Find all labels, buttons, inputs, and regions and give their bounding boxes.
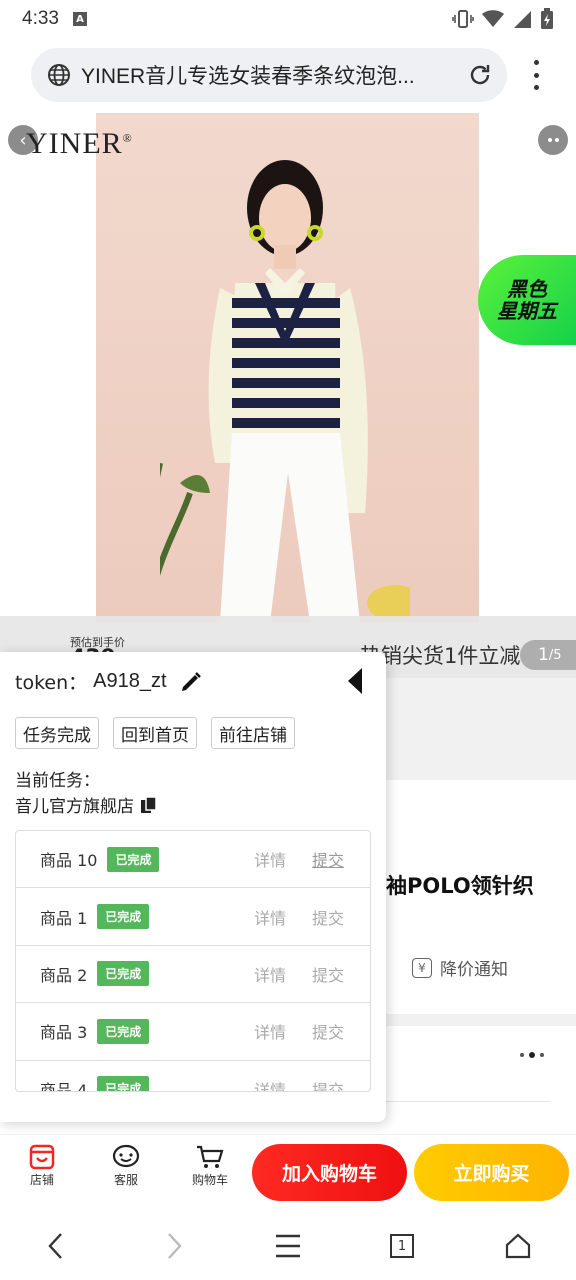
token-label: token： xyxy=(15,672,88,694)
token-value: A918_zt xyxy=(93,670,167,692)
task-panel: token： A918_zt 任务完成 回到首页 前往店铺 当前任务： 音儿官方… xyxy=(0,652,386,1122)
reload-icon[interactable] xyxy=(467,62,493,88)
current-task-label: 当前任务： xyxy=(15,771,100,791)
item-name: 商品 4 xyxy=(40,1080,88,1092)
url-title[interactable]: YINER音儿专选女装春季条纹泡泡... xyxy=(81,60,459,90)
model-figure xyxy=(160,160,410,623)
yen-icon: ¥ xyxy=(412,957,432,978)
status-icons xyxy=(452,8,554,30)
item-name: 商品 10 xyxy=(40,851,98,871)
store-label: 店铺 xyxy=(29,1173,54,1187)
cell-signal-icon xyxy=(514,11,531,28)
list-item: 商品 4 已完成 详情 提交 xyxy=(16,1061,370,1092)
go-to-store-button[interactable]: 前往店铺 xyxy=(211,717,295,749)
cart-label: 购物车 xyxy=(191,1173,228,1187)
globe-icon xyxy=(48,64,70,86)
collapse-panel-icon[interactable] xyxy=(348,668,362,694)
product-title: 袖POLO领针织 xyxy=(386,874,534,898)
badge-line1: 黑色 xyxy=(507,277,547,301)
task-complete-button[interactable]: 任务完成 xyxy=(15,717,99,749)
product-hero[interactable]: ‹ YINER® 黑色 星期五 xyxy=(0,113,576,633)
cart-icon xyxy=(197,1145,224,1168)
status-badge: 已完成 xyxy=(107,846,160,872)
nav-tabs-icon[interactable]: 1 xyxy=(386,1230,418,1262)
status-time: 4:33 xyxy=(22,8,59,29)
buy-now-button[interactable]: 立即购买 xyxy=(414,1144,569,1201)
list-item: 商品 2 已完成 详情 提交 xyxy=(16,946,370,1004)
black-friday-badge[interactable]: 黑色 星期五 xyxy=(478,255,576,345)
back-home-button[interactable]: 回到首页 xyxy=(113,717,197,749)
nav-back-icon[interactable] xyxy=(40,1230,72,1262)
edit-icon[interactable] xyxy=(179,670,203,694)
status-badge: 已完成 xyxy=(97,961,150,987)
status-badge: 已完成 xyxy=(97,904,150,930)
panel-buttons: 任务完成 回到首页 前往店铺 xyxy=(15,717,295,749)
more-dots-icon[interactable] xyxy=(520,1052,544,1058)
url-bar[interactable]: YINER音儿专选女装春季条纹泡泡... xyxy=(31,48,507,102)
service-tab[interactable]: 客服 xyxy=(96,1143,156,1188)
store-tab[interactable]: 店铺 xyxy=(12,1143,72,1188)
detail-link[interactable]: 详情 xyxy=(254,905,286,929)
status-bar: 4:33 A xyxy=(0,0,576,38)
submit-link[interactable]: 提交 xyxy=(312,962,344,986)
submit-link[interactable]: 提交 xyxy=(312,905,344,929)
current-shop-name: 音儿官方旗舰店 xyxy=(15,797,134,817)
store-icon xyxy=(29,1144,55,1170)
notification-a-icon: A xyxy=(72,12,87,26)
detail-link[interactable]: 详情 xyxy=(254,847,286,871)
status-badge: 已完成 xyxy=(97,1076,150,1091)
submit-link[interactable]: 提交 xyxy=(312,847,344,871)
item-name: 商品 1 xyxy=(40,908,88,928)
browser-menu-icon[interactable] xyxy=(528,60,544,90)
list-item: 商品 3 已完成 详情 提交 xyxy=(16,1003,370,1061)
price-notice-button[interactable]: ¥ 降价通知 xyxy=(412,955,508,980)
customer-service-icon xyxy=(112,1144,140,1168)
divider xyxy=(386,1101,550,1102)
service-label: 客服 xyxy=(113,1173,138,1187)
detail-link[interactable]: 详情 xyxy=(254,1019,286,1043)
list-item: 商品 10 已完成 详情 提交 xyxy=(16,831,370,889)
wifi-icon xyxy=(482,10,504,27)
badge-line2: 星期五 xyxy=(497,299,557,323)
nav-home-icon[interactable] xyxy=(502,1230,534,1262)
nav-forward-icon[interactable] xyxy=(158,1230,190,1262)
item-name: 商品 3 xyxy=(40,1023,88,1043)
list-item: 商品 1 已完成 详情 提交 xyxy=(16,888,370,946)
copy-icon[interactable] xyxy=(140,795,158,814)
cart-tab[interactable]: 购物车 xyxy=(180,1143,240,1188)
system-nav-bar: 1 xyxy=(0,1212,576,1280)
image-pager: 1/5 xyxy=(520,640,576,670)
nav-menu-icon[interactable] xyxy=(272,1230,304,1262)
add-to-cart-button[interactable]: 加入购物车 xyxy=(252,1144,407,1201)
submit-link[interactable]: 提交 xyxy=(312,1019,344,1043)
detail-link[interactable]: 详情 xyxy=(254,1077,286,1091)
status-badge: 已完成 xyxy=(97,1018,150,1044)
tabs-count: 1 xyxy=(397,1238,407,1254)
current-shop-row: 音儿官方旗舰店 xyxy=(15,792,158,817)
detail-link[interactable]: 详情 xyxy=(254,962,286,986)
battery-icon xyxy=(541,8,553,29)
more-icon[interactable] xyxy=(538,125,568,155)
action-bar: 店铺 客服 购物车 加入购物车 立即购买 xyxy=(0,1134,576,1210)
price-notice-label: 降价通知 xyxy=(440,960,508,980)
vibrate-icon xyxy=(452,10,474,28)
brand-logo: YINER® xyxy=(26,127,133,160)
token-row: token： A918_zt xyxy=(15,668,203,695)
submit-link[interactable]: 提交 xyxy=(312,1077,344,1091)
product-task-list: 商品 10 已完成 详情 提交 商品 1 已完成 详情 提交 商品 2 已完成 … xyxy=(15,830,371,1092)
item-name: 商品 2 xyxy=(40,965,88,985)
